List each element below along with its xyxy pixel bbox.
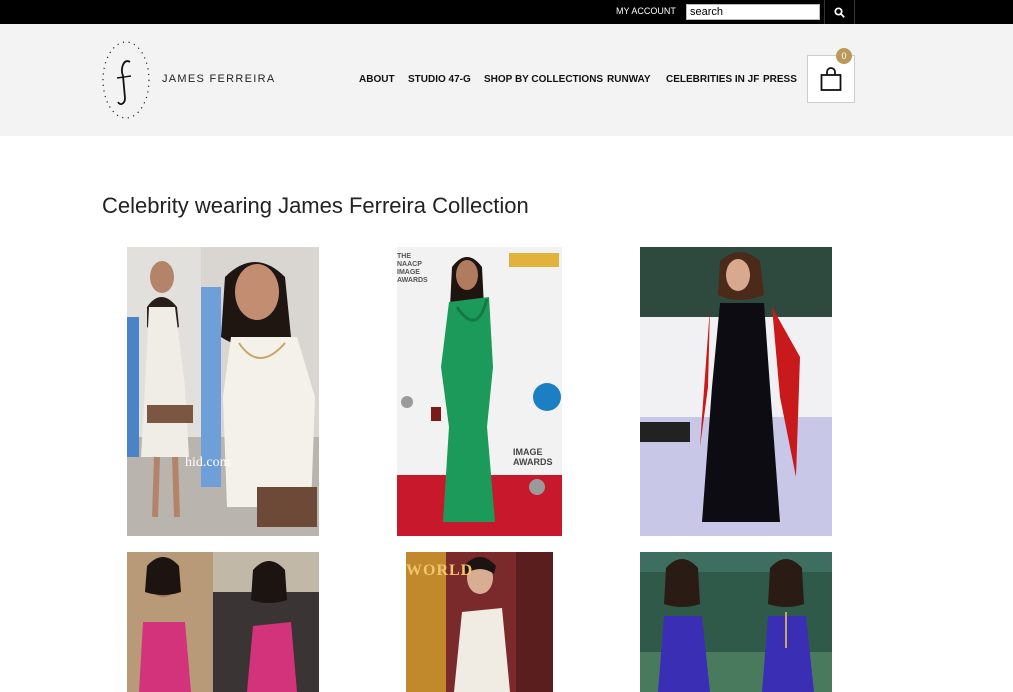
site-header: JAMES FERREIRA ABOUT STUDIO 47-G SHOP BY… [0,24,1013,136]
photo-banner-text-2: IMAGE AWARDS [513,447,553,467]
search-icon [834,6,845,18]
gallery-photo-black-gown[interactable] [640,247,832,536]
shopping-bag-icon [820,67,842,91]
gallery-photo-white-gown[interactable]: WORLD [406,552,553,692]
logo-emblem [102,41,150,119]
top-bar: MY ACCOUNT [0,0,1013,24]
nav-runway[interactable]: RUNWAY [607,74,651,85]
page-title: Celebrity wearing James Ferreira Collect… [102,193,529,218]
gallery-photo-green-gown[interactable]: THE NAACP IMAGE AWARDS IMAGE AWARDS [397,247,562,536]
search-button[interactable] [824,0,855,24]
my-account-link[interactable]: MY ACCOUNT [616,6,676,16]
photo-watermark: hid.com [185,455,231,470]
gallery-photo-pink-dress[interactable] [127,552,319,692]
photo-banner-text: THE NAACP IMAGE AWARDS [397,253,428,284]
gallery-photo-white-dress[interactable]: hid.com [127,247,319,536]
nav-about[interactable]: ABOUT [359,74,395,85]
nav-shop-by-collections[interactable]: SHOP BY COLLECTIONS [484,74,603,85]
brand-name[interactable]: JAMES FERREIRA [162,73,276,85]
gallery-photo-blue-dress[interactable] [640,552,832,692]
nav-studio-47g[interactable]: STUDIO 47-G [408,74,471,85]
cart-count-badge: 0 [836,48,852,64]
nav-celebrities-in-jf[interactable]: CELEBRITIES IN JF [666,74,759,85]
nav-press[interactable]: PRESS [763,74,797,85]
logo[interactable] [100,40,158,120]
search-input[interactable] [686,4,820,20]
photo-backdrop-text: WORLD [406,562,474,579]
